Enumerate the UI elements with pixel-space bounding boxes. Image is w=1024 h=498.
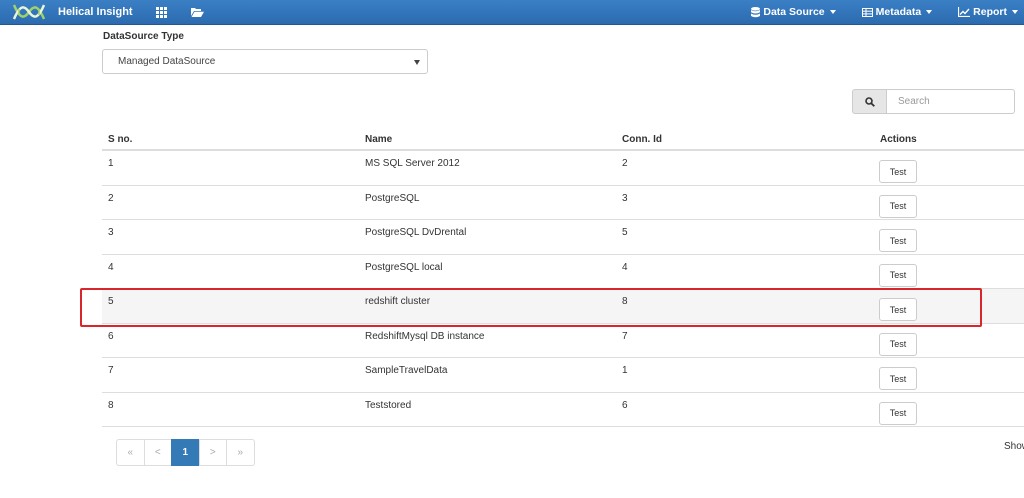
cell-name: PostgreSQL: [365, 192, 420, 204]
cell-name: Teststored: [365, 399, 412, 411]
nav-report[interactable]: Report: [958, 6, 1018, 18]
cell-name: MS SQL Server 2012: [365, 158, 460, 169]
test-button[interactable]: Test: [879, 263, 917, 287]
table-row: 2 PostgreSQL 3 Test: [102, 186, 1024, 220]
brand[interactable]: Helical Insight: [0, 0, 133, 25]
table-row: 8 Teststored 6 Test: [102, 393, 1024, 427]
cell-sno: 4: [108, 261, 114, 273]
test-button[interactable]: Test: [879, 332, 917, 356]
cell-conn-id: 8: [622, 296, 628, 307]
cell-conn-id: 3: [622, 192, 628, 204]
cell-sno: 5: [108, 296, 114, 307]
table-row: 4 PostgreSQL local 4 Test: [102, 255, 1024, 289]
top-navbar: Helical Insight Data Source Metadata Rep…: [0, 0, 1024, 25]
table-row-selected: 5 redshift cluster 8 Test: [102, 289, 1024, 324]
test-button[interactable]: Test: [879, 401, 917, 425]
header-sno: S no.: [108, 134, 133, 145]
line-chart-icon: [958, 7, 971, 17]
cell-conn-id: 7: [622, 330, 628, 342]
database-icon: [751, 6, 761, 18]
cell-conn-id: 1: [622, 365, 628, 376]
cell-sno: 3: [108, 227, 114, 238]
search-input[interactable]: [886, 89, 1015, 114]
chevron-down-icon: [829, 10, 836, 14]
pagination: « < 1 > »: [116, 439, 255, 466]
cell-sno: 6: [108, 330, 114, 342]
table-row: 1 MS SQL Server 2012 2 Test: [102, 151, 1024, 186]
test-button[interactable]: Test: [879, 160, 917, 183]
pagination-first[interactable]: «: [116, 439, 145, 466]
table-header: S no. Name Conn. Id Actions: [102, 127, 1024, 151]
pagination-page-1[interactable]: 1: [171, 439, 200, 466]
nav-metadata-label: Metadata: [875, 6, 922, 18]
table-row: 6 RedshiftMysql DB instance 7 Test: [102, 324, 1024, 358]
cell-sno: 2: [108, 192, 114, 204]
chevron-down-icon: [1012, 10, 1018, 14]
nav-data-source[interactable]: Data Source: [751, 6, 836, 18]
pagination-last[interactable]: »: [226, 439, 255, 466]
caret-down-icon: [414, 60, 420, 65]
cell-conn-id: 4: [622, 261, 628, 273]
nav-data-source-label: Data Source: [763, 6, 825, 18]
test-button[interactable]: Test: [879, 298, 917, 321]
helical-logo-icon: [12, 4, 46, 20]
header-name: Name: [365, 134, 393, 145]
datasource-type-select[interactable]: Managed DataSource: [102, 49, 428, 74]
cell-name: PostgreSQL DvDrental: [365, 227, 467, 238]
chevron-down-icon: [926, 10, 933, 14]
cell-conn-id: 2: [622, 158, 628, 169]
cell-name: SampleTravelData: [365, 365, 448, 376]
test-button[interactable]: Test: [879, 367, 917, 390]
datasource-table: S no. Name Conn. Id Actions 1 MS SQL Ser…: [102, 127, 1024, 427]
folder-open-icon[interactable]: [191, 5, 205, 19]
datasource-type-value: Managed DataSource: [118, 56, 216, 67]
header-actions: Actions: [880, 134, 917, 145]
search-button[interactable]: [852, 89, 887, 114]
header-conn-id: Conn. Id: [622, 134, 662, 145]
cell-name: redshift cluster: [365, 296, 431, 307]
cell-sno: 1: [108, 158, 114, 169]
test-button[interactable]: Test: [879, 229, 917, 252]
grid-menu-icon[interactable]: [155, 5, 169, 19]
nav-metadata[interactable]: Metadata: [861, 6, 933, 18]
pagination-prev[interactable]: <: [143, 439, 172, 466]
cell-sno: 7: [108, 365, 114, 376]
table-row: 3 PostgreSQL DvDrental 5 Test: [102, 220, 1024, 255]
cell-name: RedshiftMysql DB instance: [365, 330, 485, 342]
show-entries-text: Show: [1004, 441, 1024, 452]
datasource-type-label: DataSource Type: [103, 31, 184, 42]
cell-name: PostgreSQL local: [365, 261, 443, 273]
test-button[interactable]: Test: [879, 194, 917, 218]
cell-sno: 8: [108, 399, 114, 411]
pagination-next[interactable]: >: [198, 439, 227, 466]
cell-conn-id: 5: [622, 227, 628, 238]
search-icon: [864, 96, 875, 107]
table-row: 7 SampleTravelData 1 Test: [102, 358, 1024, 393]
table-icon: [861, 7, 873, 17]
brand-title: Helical Insight: [58, 6, 133, 18]
cell-conn-id: 6: [622, 399, 628, 411]
nav-report-label: Report: [973, 6, 1007, 18]
